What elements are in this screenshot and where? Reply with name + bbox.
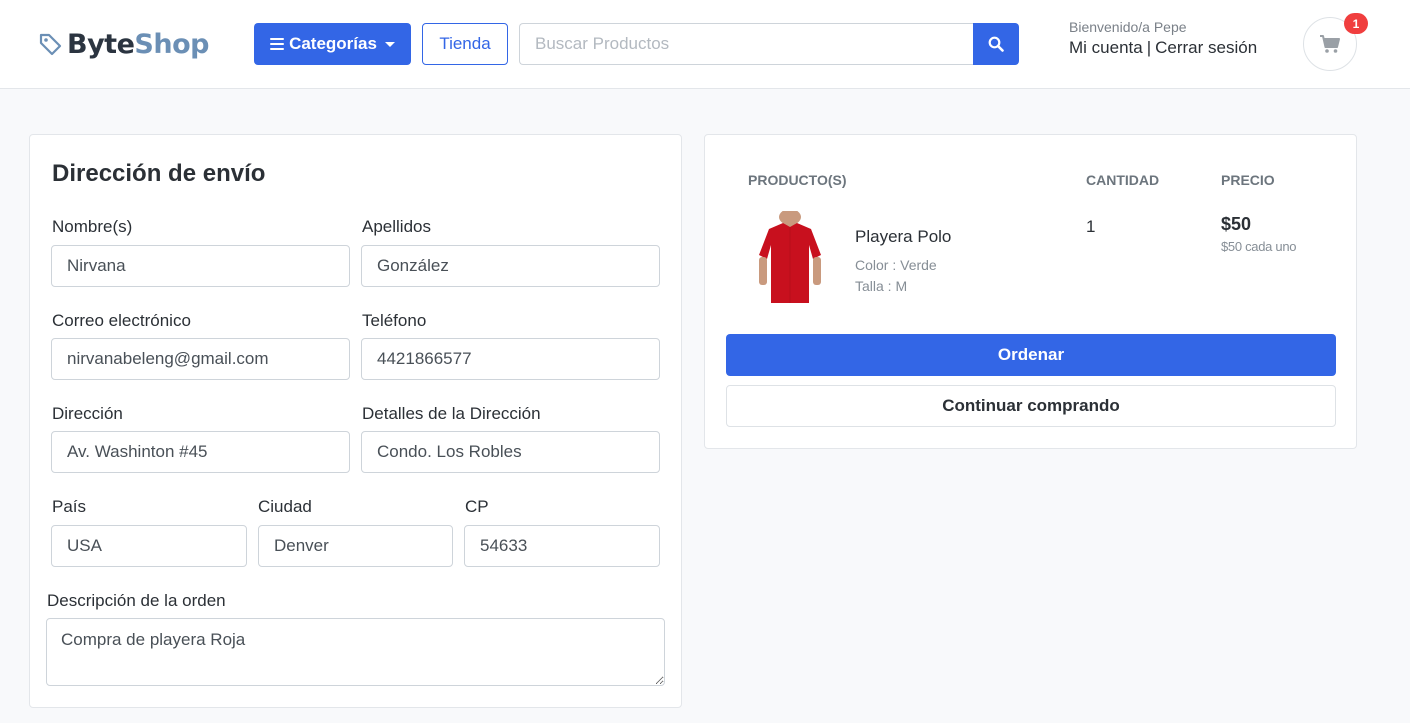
search-input[interactable]	[519, 23, 974, 65]
shipping-title: Dirección de envío	[52, 160, 266, 187]
first-name-field[interactable]	[51, 245, 350, 287]
address-field[interactable]	[51, 431, 350, 473]
quantity-column-header: CANTIDAD	[1086, 172, 1160, 188]
zip-label: CP	[465, 497, 489, 516]
logout-link[interactable]: Cerrar sesión	[1155, 38, 1257, 57]
logo-text: ByteShop	[67, 29, 209, 60]
product-unit-price: $50 cada uno	[1221, 239, 1297, 254]
continue-shopping-button[interactable]: Continuar comprando	[726, 385, 1336, 427]
email-label: Correo electrónico	[52, 311, 191, 330]
order-description-field[interactable]: Compra de playera Roja	[46, 618, 665, 686]
top-navbar: ByteShop Categorías Tienda Bienvenido/a …	[0, 0, 1410, 89]
store-button[interactable]: Tienda	[422, 23, 508, 65]
categories-label: Categorías	[289, 34, 377, 53]
order-summary-card: PRODUCTO(S) CANTIDAD PRECIO Playera Polo…	[704, 134, 1357, 449]
price-column-header: PRECIO	[1221, 172, 1275, 188]
city-label: Ciudad	[258, 497, 312, 516]
phone-label: Teléfono	[362, 311, 427, 330]
product-size: Talla : M	[855, 278, 908, 294]
product-name[interactable]: Playera Polo	[855, 227, 951, 247]
logo[interactable]: ByteShop	[38, 26, 209, 62]
search-button[interactable]	[973, 23, 1019, 65]
shipping-address-card: Dirección de envío Nombre(s) Apellidos C…	[29, 134, 682, 708]
phone-field[interactable]	[361, 338, 660, 380]
logo-text-byte: Byte	[67, 28, 135, 60]
caret-down-icon	[384, 41, 395, 47]
country-label: País	[52, 497, 87, 516]
city-field[interactable]	[258, 525, 453, 567]
link-separator: |	[1146, 38, 1152, 57]
product-color: Color : Verde	[855, 257, 937, 273]
country-field[interactable]	[51, 525, 247, 567]
cart-count-badge: 1	[1344, 13, 1368, 34]
zip-field[interactable]	[464, 525, 660, 567]
logo-text-shop: Shop	[134, 28, 209, 60]
order-description-label: Descripción de la orden	[47, 591, 226, 610]
bars-icon	[270, 35, 285, 53]
product-column-header: PRODUCTO(S)	[748, 172, 847, 188]
address-label: Dirección	[52, 404, 123, 423]
welcome-text: Bienvenido/a Pepe	[1069, 19, 1187, 35]
product-image	[759, 211, 821, 303]
tag-icon	[39, 33, 62, 56]
product-quantity: 1	[1086, 217, 1096, 236]
account-links: Mi cuenta | Cerrar sesión	[1069, 38, 1257, 58]
search-icon	[988, 36, 1004, 52]
email-field[interactable]	[51, 338, 350, 380]
first-name-label: Nombre(s)	[52, 217, 133, 236]
my-account-link[interactable]: Mi cuenta	[1069, 38, 1143, 57]
last-name-field[interactable]	[361, 245, 660, 287]
categories-dropdown-button[interactable]: Categorías	[254, 23, 411, 65]
place-order-button[interactable]: Ordenar	[726, 334, 1336, 376]
product-price: $50	[1221, 214, 1252, 234]
address-details-label: Detalles de la Dirección	[362, 404, 541, 423]
last-name-label: Apellidos	[362, 217, 431, 236]
address-details-field[interactable]	[361, 431, 660, 473]
cart-icon	[1320, 35, 1340, 53]
